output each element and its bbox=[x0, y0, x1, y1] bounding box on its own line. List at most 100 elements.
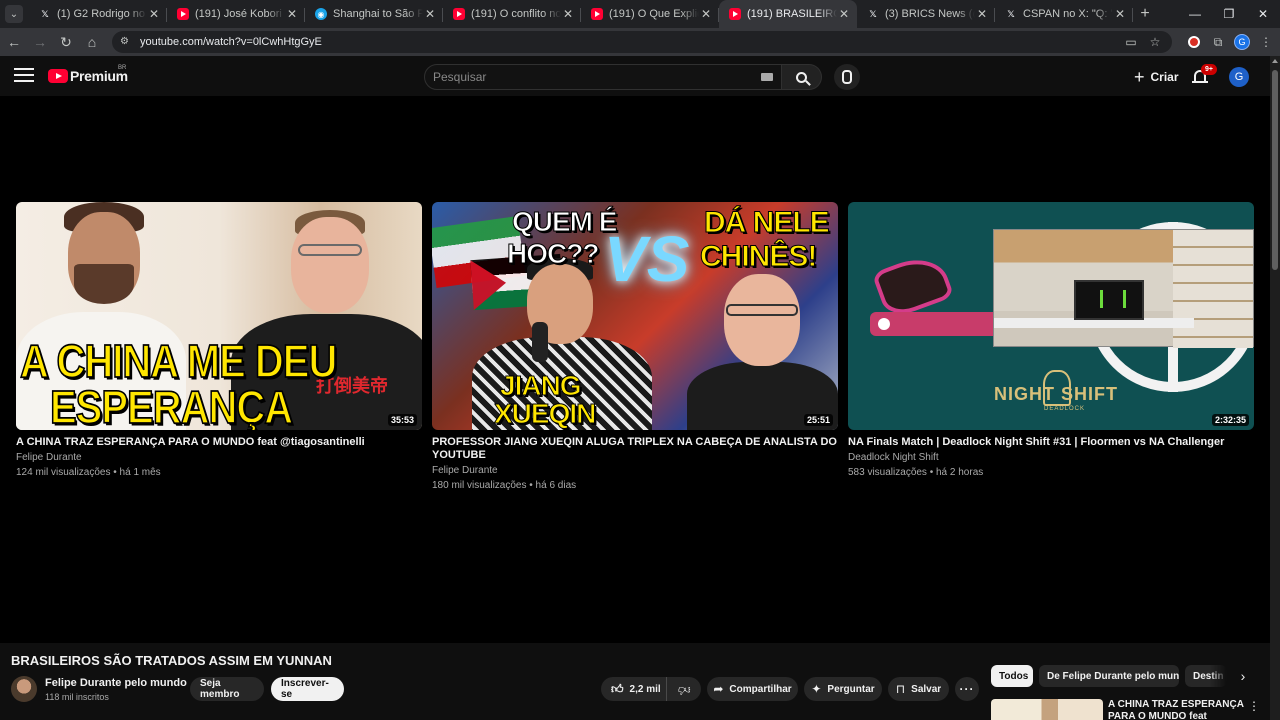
close-tab-icon[interactable]: ✕ bbox=[837, 7, 851, 21]
x-icon: 𝕏 bbox=[869, 8, 877, 19]
toolbar-actions: ⧉ G ⋮ bbox=[1182, 30, 1278, 54]
end-screen-video-card[interactable]: 打倒美帝 A CHINA ME DEU ESPERANÇA 35:53 A CH… bbox=[16, 202, 422, 479]
url-text[interactable]: youtube.com/watch?v=0lCwhHtgGyE bbox=[140, 36, 1116, 48]
chevron-right-icon[interactable]: › bbox=[1233, 665, 1253, 687]
browser-tab[interactable]: (191) José Kobori - YouTu ✕ bbox=[167, 0, 305, 28]
close-window-icon[interactable]: ✕ bbox=[1246, 0, 1280, 28]
voice-search-icon[interactable] bbox=[834, 64, 860, 90]
video-stats: 583 visualizações • há 2 horas bbox=[848, 467, 984, 478]
subscribe-button[interactable]: Inscrever-se bbox=[271, 677, 344, 701]
thumb-caption: ESPERANÇA bbox=[49, 382, 294, 430]
browser-tab[interactable]: (191) O Que Explica a Asc ✕ bbox=[581, 0, 719, 28]
profile-avatar[interactable]: G bbox=[1230, 30, 1254, 54]
recommended-title[interactable]: A CHINA TRAZ ESPERANÇA PARA O MUNDO feat bbox=[1108, 699, 1248, 720]
home-icon[interactable]: ⌂ bbox=[80, 30, 104, 54]
search-button[interactable] bbox=[782, 64, 822, 90]
scroll-up-icon[interactable] bbox=[1272, 59, 1278, 63]
end-screen-video-card[interactable]: VS QUEM É HOC?? DÁ NELE CHINÊS! JIANG XU… bbox=[432, 202, 838, 492]
close-tab-icon[interactable]: ✕ bbox=[699, 7, 713, 21]
microphone-graphic bbox=[532, 322, 548, 362]
video-thumbnail[interactable]: NIGHT SHIFT DEADLOCK 2:32:35 bbox=[848, 202, 1254, 430]
tab-search-button[interactable]: ⌄ bbox=[5, 5, 23, 23]
bookmark-star-icon[interactable]: ☆ bbox=[1146, 35, 1164, 49]
end-screen-video-card[interactable]: NIGHT SHIFT DEADLOCK 2:32:35 NA Finals M… bbox=[848, 202, 1254, 479]
close-tab-icon[interactable]: ✕ bbox=[423, 7, 437, 21]
x-icon: 𝕏 bbox=[1007, 8, 1015, 19]
browser-tab[interactable]: 𝕏 CSPAN no X: "Q: "Why di ✕ bbox=[995, 0, 1133, 28]
address-bar[interactable]: ⚙ youtube.com/watch?v=0lCwhHtgGyE ▭ ☆ bbox=[112, 31, 1172, 53]
share-button[interactable]: ➦ Compartilhar bbox=[707, 677, 798, 701]
browser-menu-icon[interactable]: ⋮ bbox=[1254, 30, 1278, 54]
video-stats: 124 mil visualizações • há 1 mês bbox=[16, 467, 161, 478]
browser-tab[interactable]: 𝕏 (3) BRICS News (@BRICSi ✕ bbox=[857, 0, 995, 28]
video-title[interactable]: PROFESSOR JIANG XUEQIN ALUGA TRIPLEX NA … bbox=[432, 436, 838, 462]
reload-icon[interactable]: ↻ bbox=[54, 30, 78, 54]
thumb-caption: DÁ NELE bbox=[704, 206, 831, 239]
account-avatar[interactable]: G bbox=[1229, 67, 1249, 87]
video-title[interactable]: A CHINA TRAZ ESPERANÇA PARA O MUNDO feat… bbox=[16, 436, 422, 449]
keyboard-icon[interactable] bbox=[761, 73, 773, 81]
close-tab-icon[interactable]: ✕ bbox=[1113, 7, 1127, 21]
extension-red-icon[interactable] bbox=[1182, 30, 1206, 54]
kebab-menu-icon[interactable]: ⋮ bbox=[1248, 699, 1260, 713]
site-info-icon[interactable]: ⚙ bbox=[120, 36, 132, 48]
new-tab-button[interactable]: + bbox=[1133, 0, 1157, 28]
like-count: 2,2 mil bbox=[629, 683, 661, 695]
close-tab-icon[interactable]: ✕ bbox=[561, 7, 575, 21]
thumb-caption: QUEM É bbox=[511, 206, 617, 237]
tab-title: (1) G2 Rodrigo no X: "@e bbox=[57, 8, 147, 20]
close-tab-icon[interactable]: ✕ bbox=[285, 7, 299, 21]
channel-avatar[interactable] bbox=[11, 676, 37, 702]
video-title-main: BRASILEIROS SÃO TRATADOS ASSIM EM YUNNAN bbox=[11, 653, 332, 668]
channel-name[interactable]: Felipe Durante pelo mundo bbox=[45, 677, 187, 689]
search-input[interactable] bbox=[433, 70, 761, 84]
youtube-premium-logo[interactable]: Premium BR bbox=[48, 65, 128, 84]
like-dislike-bar: 👍︎ 2,2 mil 👍︎ bbox=[601, 677, 701, 701]
region-code: BR bbox=[118, 65, 127, 71]
thumb-caption: NIGHT SHIFT bbox=[994, 384, 1118, 404]
video-channel[interactable]: Deadlock Night Shift bbox=[848, 451, 1254, 464]
video-channel[interactable]: Felipe Durante bbox=[432, 464, 838, 477]
filter-chip[interactable]: Destin bbox=[1185, 665, 1227, 687]
video-duration: 25:51 bbox=[803, 414, 833, 426]
tab-title: Shanghai to São Paulo | C bbox=[333, 8, 423, 20]
video-channel[interactable]: Felipe Durante bbox=[16, 451, 422, 464]
browser-tab-active[interactable]: (191) BRASILEIROS SÃO T ✕ bbox=[719, 0, 857, 28]
minimize-icon[interactable]: — bbox=[1178, 0, 1212, 28]
filter-chip-channel[interactable]: De Felipe Durante pelo mundo bbox=[1039, 665, 1179, 687]
search-field[interactable] bbox=[424, 64, 782, 90]
thumb-person-face bbox=[724, 274, 800, 366]
browser-tabstrip: ⌄ 𝕏 (1) G2 Rodrigo no X: "@e ✕ (191) Jos… bbox=[0, 0, 1280, 28]
join-button[interactable]: Seja membro bbox=[190, 677, 264, 701]
forward-arrow-icon[interactable]: → bbox=[28, 30, 52, 54]
video-thumbnail[interactable]: 打倒美帝 A CHINA ME DEU ESPERANÇA 35:53 bbox=[16, 202, 422, 430]
recommended-thumbnail[interactable] bbox=[991, 699, 1103, 720]
browser-tab[interactable]: (191) O conflito no Irã po ✕ bbox=[443, 0, 581, 28]
save-button[interactable]: ⊓ Salvar bbox=[888, 677, 949, 701]
thumb-person-face bbox=[291, 217, 369, 313]
video-thumbnail[interactable]: VS QUEM É HOC?? DÁ NELE CHINÊS! JIANG XU… bbox=[432, 202, 838, 430]
close-tab-icon[interactable]: ✕ bbox=[975, 7, 989, 21]
video-title[interactable]: NA Finals Match | Deadlock Night Shift #… bbox=[848, 436, 1254, 449]
extensions-puzzle-icon[interactable]: ⧉ bbox=[1206, 30, 1230, 54]
maximize-icon[interactable]: ❐ bbox=[1212, 0, 1246, 28]
youtube-icon bbox=[177, 8, 189, 20]
menu-icon[interactable] bbox=[14, 68, 34, 84]
cast-icon[interactable]: ▭ bbox=[1122, 35, 1140, 49]
browser-tab[interactable]: ◉ Shanghai to São Paulo | C ✕ bbox=[305, 0, 443, 28]
create-button[interactable]: + Criar bbox=[1126, 63, 1187, 91]
filter-chip-all[interactable]: Todos bbox=[991, 665, 1033, 687]
browser-tab[interactable]: 𝕏 (1) G2 Rodrigo no X: "@e ✕ bbox=[29, 0, 167, 28]
like-button[interactable]: 👍︎ 2,2 mil bbox=[601, 677, 667, 701]
notification-badge: 9+ bbox=[1201, 64, 1217, 75]
page-scrollbar[interactable] bbox=[1270, 56, 1280, 720]
ask-button[interactable]: ✦ Perguntar bbox=[804, 677, 882, 701]
notifications-bell-icon[interactable]: 9+ bbox=[1191, 64, 1217, 86]
video-player[interactable]: 打倒美帝 A CHINA ME DEU ESPERANÇA 35:53 A CH… bbox=[0, 96, 1270, 643]
close-tab-icon[interactable]: ✕ bbox=[147, 7, 161, 21]
back-arrow-icon[interactable]: ← bbox=[2, 30, 26, 54]
more-actions-icon[interactable]: ··· bbox=[955, 677, 979, 701]
dislike-button[interactable]: 👍︎ bbox=[667, 677, 701, 701]
tab-title: (191) BRASILEIROS SÃO T bbox=[747, 8, 837, 20]
scrollbar-thumb[interactable] bbox=[1272, 70, 1278, 270]
